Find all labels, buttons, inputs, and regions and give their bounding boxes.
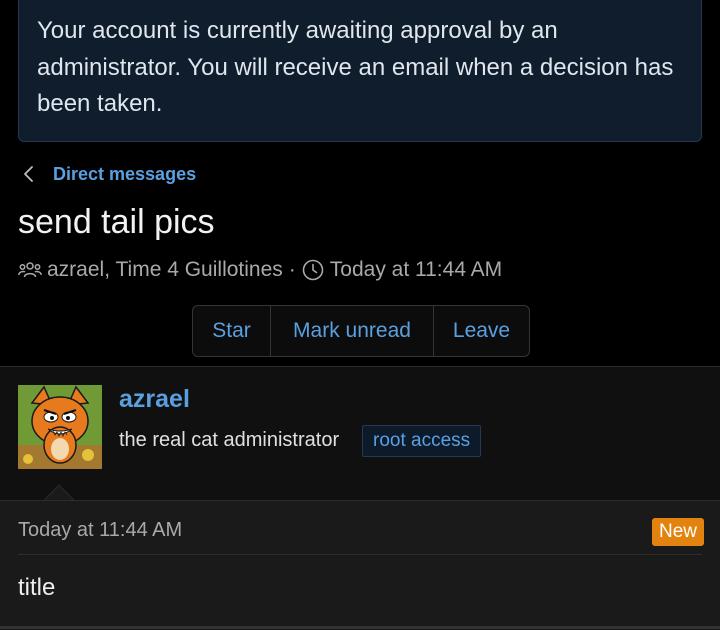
message-card: Today at 11:44 AM New title [0, 500, 720, 630]
approval-notice: Your account is currently awaiting appro… [18, 0, 702, 142]
message-date[interactable]: Today at 11:44 AM [18, 519, 182, 542]
avatar-image [18, 385, 102, 469]
users-icon [18, 262, 42, 278]
message-divider [18, 554, 702, 555]
star-button[interactable]: Star [193, 306, 270, 356]
breadcrumb-label: Direct messages [53, 163, 197, 184]
message-arrow [44, 484, 74, 501]
conversation-timestamp[interactable]: Today at 11:44 AM [330, 258, 502, 282]
new-badge: New [651, 518, 704, 546]
chevron-left-icon [24, 166, 33, 182]
meta-separator: · [288, 258, 296, 281]
avatar[interactable] [18, 385, 102, 469]
clock-icon [302, 259, 324, 281]
author-user-title: the real cat administrator [119, 429, 340, 451]
author-banner: root access [362, 425, 482, 457]
page-title: send tail pics [18, 203, 215, 241]
approval-notice-text: Your account is currently awaiting appro… [37, 17, 674, 117]
message-body: title [18, 574, 56, 601]
conversation-actions: Star Mark unread Leave [192, 305, 530, 357]
participants[interactable]: azrael, Time 4 Guillotines [47, 258, 283, 282]
author-username[interactable]: azrael [119, 385, 190, 414]
message-author-block: azrael the real cat administrator root a… [0, 367, 720, 500]
conversation-meta: azrael, Time 4 Guillotines · Today at 11… [18, 256, 502, 284]
leave-button[interactable]: Leave [433, 306, 529, 356]
breadcrumb-direct-messages[interactable]: Direct messages [22, 160, 196, 188]
mark-unread-button[interactable]: Mark unread [270, 306, 433, 356]
